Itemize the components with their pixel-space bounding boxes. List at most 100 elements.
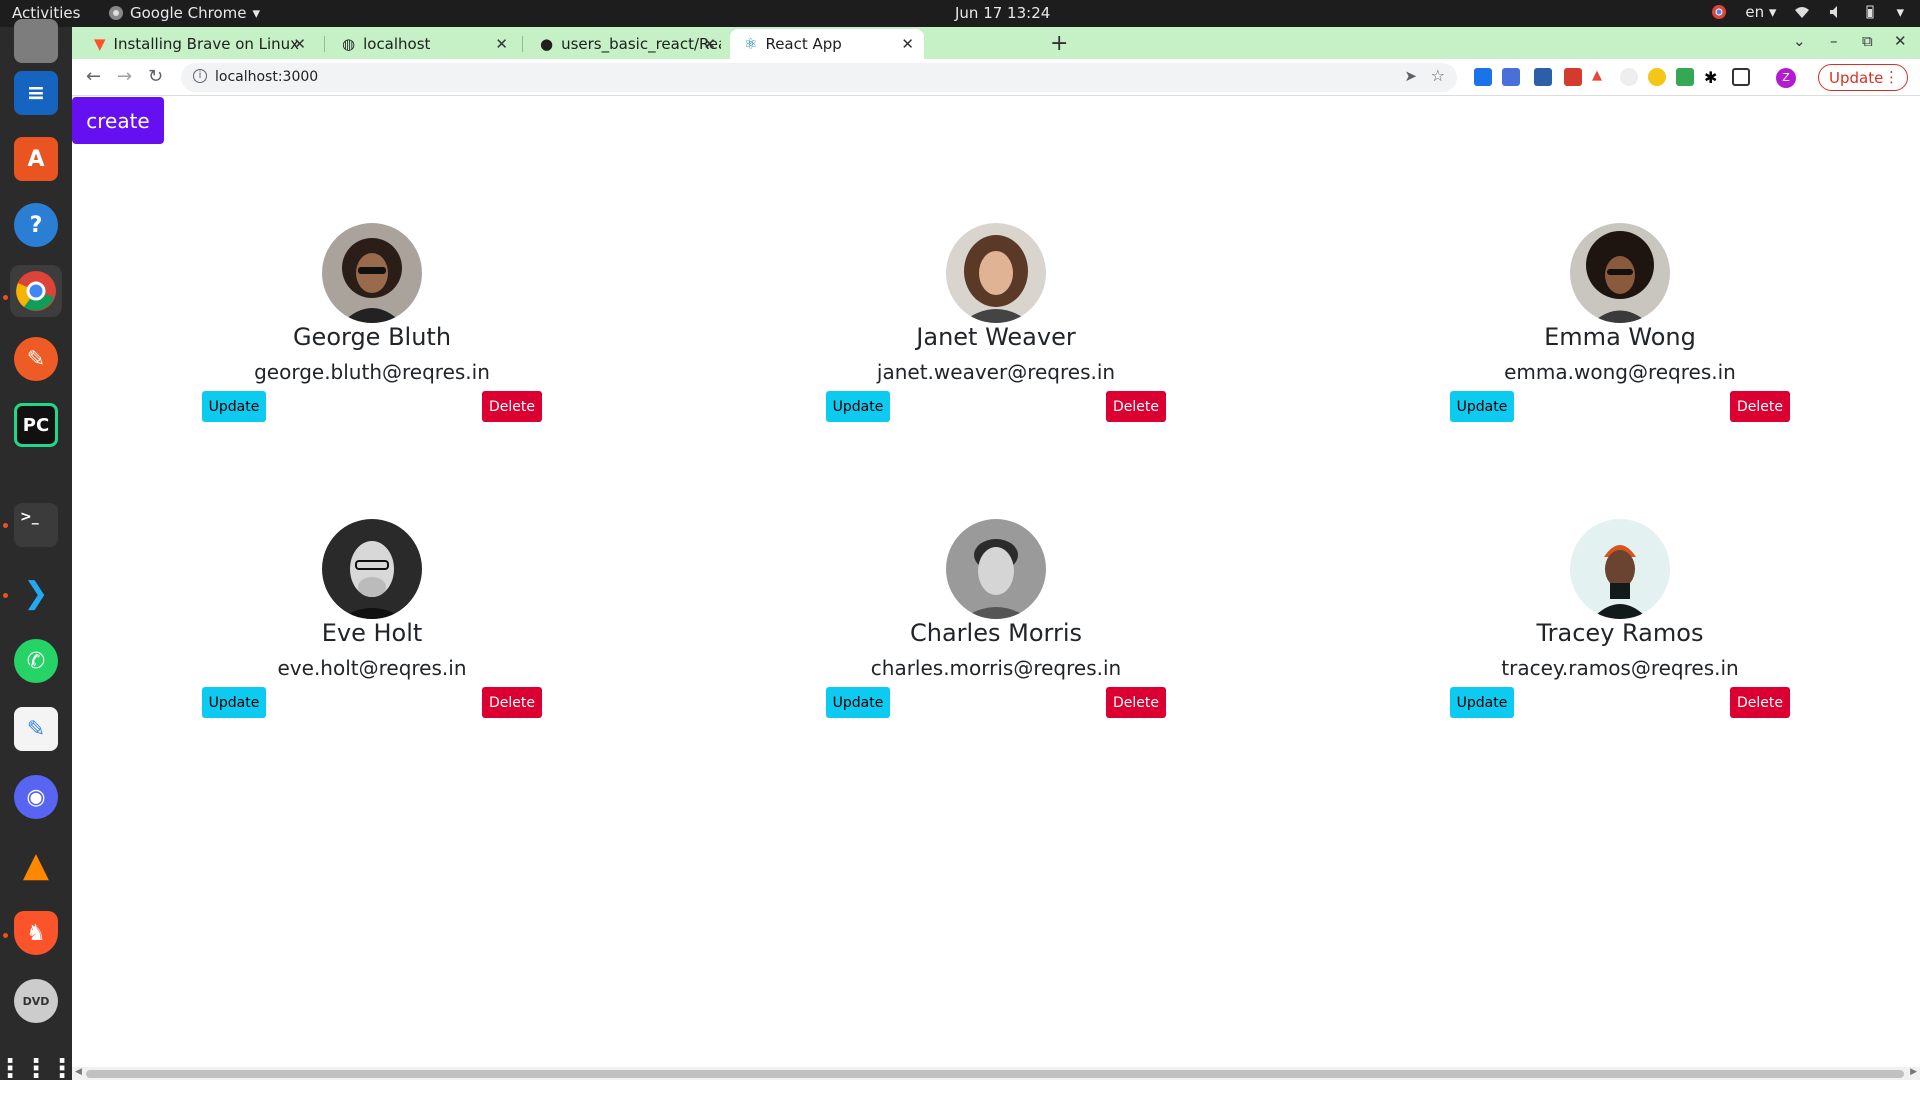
chevron-down-icon: ▾ [1896, 3, 1904, 21]
dock: ≡ A ? ✎ PC >_ ❯ ✆ ✎ ◉ ▲ ♞ DVD ⋮⋮⋮ [0, 19, 75, 1084]
battery-icon [1866, 5, 1874, 19]
tab-localhost[interactable]: ◍ localhost ✕ [328, 29, 518, 59]
app-menu-label: Google Chrome [130, 4, 247, 22]
user-email: tracey.ramos@reqres.in [1501, 656, 1739, 680]
forward-icon[interactable]: → [117, 66, 132, 87]
back-icon[interactable]: ← [86, 66, 101, 87]
delete-button[interactable]: Delete [1106, 391, 1166, 422]
dock-item-brave[interactable]: ♞ [10, 907, 62, 959]
dock-item-help[interactable]: ? [10, 199, 62, 251]
chrome-update-button[interactable]: Update ⋮ [1818, 64, 1908, 91]
restore-icon[interactable]: ⧉ [1862, 32, 1873, 50]
puzzle-icon[interactable]: ✱ [1704, 68, 1722, 87]
sun-extension-icon[interactable] [1648, 68, 1666, 86]
keyboard-layout[interactable]: en ▾ [1745, 3, 1776, 21]
dock-item-writer[interactable]: ≡ [10, 67, 62, 119]
dock-item-pycharm[interactable]: PC [10, 399, 62, 451]
tab-separator [324, 36, 325, 52]
linkedin-extension-icon[interactable] [1534, 68, 1552, 86]
brave-icon: ♞ [14, 911, 58, 955]
dock-item-discord[interactable]: ◉ [10, 771, 62, 823]
delete-button[interactable]: Delete [1106, 687, 1166, 718]
update-button[interactable]: Update [202, 687, 266, 718]
dock-item-whatsapp[interactable]: ✆ [10, 635, 62, 687]
show-apps-button[interactable]: ⋮⋮⋮ [0, 1043, 75, 1095]
help-icon: ? [14, 203, 58, 247]
dock-item-postman[interactable]: ✎ [10, 333, 62, 385]
dock-item-software[interactable]: A [10, 133, 62, 185]
side-panel-icon[interactable] [1732, 68, 1750, 86]
tab-github[interactable]: ● users_basic_react/React. ✕ [526, 29, 726, 59]
tab-brave[interactable]: ▼ Installing Brave on Linux ✕ [80, 29, 316, 59]
translate-extension-icon[interactable] [1474, 68, 1492, 86]
chrome-small-icon [109, 6, 123, 20]
user-name: Janet Weaver [916, 323, 1076, 351]
dock-item-vlc[interactable]: ▲ [10, 839, 62, 891]
chevron-down-icon[interactable]: ⌄ [1793, 32, 1806, 50]
google-translate-icon[interactable] [1502, 68, 1520, 86]
profile-avatar[interactable]: Z [1776, 68, 1796, 88]
update-button[interactable]: Update [826, 687, 890, 718]
user-avatar [322, 519, 422, 619]
update-button[interactable]: Update [1450, 391, 1514, 422]
scroll-right-icon[interactable]: ▶ [1910, 1067, 1917, 1077]
dock-item-dvd[interactable]: DVD [10, 975, 62, 1027]
delete-button[interactable]: Delete [1730, 687, 1790, 718]
clock[interactable]: Jun 17 13:24 [955, 4, 1050, 22]
app-menu[interactable]: Google Chrome ▾ [108, 4, 260, 22]
dock-item-files[interactable] [10, 15, 62, 67]
delete-button[interactable]: Delete [1730, 391, 1790, 422]
github-icon: ● [540, 35, 554, 53]
new-tab-icon[interactable]: + [1050, 31, 1068, 56]
running-indicator [3, 523, 8, 528]
dock-item-terminal[interactable]: >_ [10, 499, 62, 551]
user-avatar [946, 223, 1046, 323]
address-bar[interactable]: i localhost:3000 ➤ ☆ [181, 63, 1457, 92]
scroll-left-icon[interactable]: ◀ [75, 1067, 82, 1077]
tab-title: localhost [363, 35, 431, 53]
send-tab-icon[interactable]: ➤ [1404, 67, 1417, 85]
reload-icon[interactable]: ↻ [148, 66, 163, 87]
dock-item-vscode[interactable]: ❯ [10, 567, 62, 619]
user-card: George Bluth george.bluth@reqres.in Upda… [202, 223, 542, 433]
update-button[interactable]: Update [202, 391, 266, 422]
download-extension-icon[interactable] [1676, 68, 1694, 86]
tab-strip: ▼ Installing Brave on Linux ✕ ◍ localhos… [72, 27, 1920, 59]
user-email: george.bluth@reqres.in [254, 360, 490, 384]
page-viewport: create George Bluth george.bluth@reqres.… [72, 97, 1920, 1080]
kebab-menu-icon: ⋮ [1884, 68, 1899, 86]
info-icon[interactable]: i [193, 69, 207, 83]
close-icon[interactable]: ✕ [495, 35, 508, 53]
tab-react-app[interactable]: ⚛ React App ✕ [730, 29, 924, 59]
extension-icon[interactable] [1564, 68, 1582, 86]
minimize-icon[interactable]: – [1830, 32, 1838, 50]
system-tray[interactable]: en ▾ ▾ [1711, 3, 1904, 21]
tab-separator [522, 36, 523, 52]
horizontal-scrollbar[interactable]: ◀ ▶ [72, 1067, 1920, 1080]
update-button[interactable]: Update [826, 391, 890, 422]
update-button[interactable]: Update [1450, 687, 1514, 718]
url-text[interactable]: localhost:3000 [215, 69, 318, 85]
user-email: emma.wong@reqres.in [1504, 360, 1736, 384]
bookmark-star-icon[interactable]: ☆ [1431, 66, 1445, 85]
user-card: Tracey Ramos tracey.ramos@reqres.in Upda… [1450, 519, 1790, 729]
timer-extension-icon[interactable] [1620, 68, 1638, 86]
dock-item-text-editor[interactable]: ✎ [10, 703, 62, 755]
user-email: charles.morris@reqres.in [870, 656, 1122, 680]
delete-button[interactable]: Delete [482, 391, 542, 422]
user-name: Eve Holt [321, 619, 423, 647]
user-name: George Bluth [292, 323, 452, 351]
tab-title: React App [765, 35, 842, 53]
close-window-icon[interactable]: ✕ [1894, 32, 1907, 50]
delete-button[interactable]: Delete [482, 687, 542, 718]
globe-icon: ◍ [342, 35, 356, 53]
close-icon[interactable]: ✕ [293, 35, 306, 53]
dock-item-chrome[interactable] [10, 265, 62, 317]
text-editor-icon: ✎ [14, 707, 58, 751]
close-icon[interactable]: ✕ [901, 35, 914, 53]
close-icon[interactable]: ✕ [703, 35, 716, 53]
warning-extension-icon[interactable]: ▲ [1592, 68, 1610, 86]
create-button[interactable]: create [72, 97, 164, 144]
running-indicator [3, 295, 8, 300]
scrollbar-thumb[interactable] [86, 1070, 1904, 1078]
